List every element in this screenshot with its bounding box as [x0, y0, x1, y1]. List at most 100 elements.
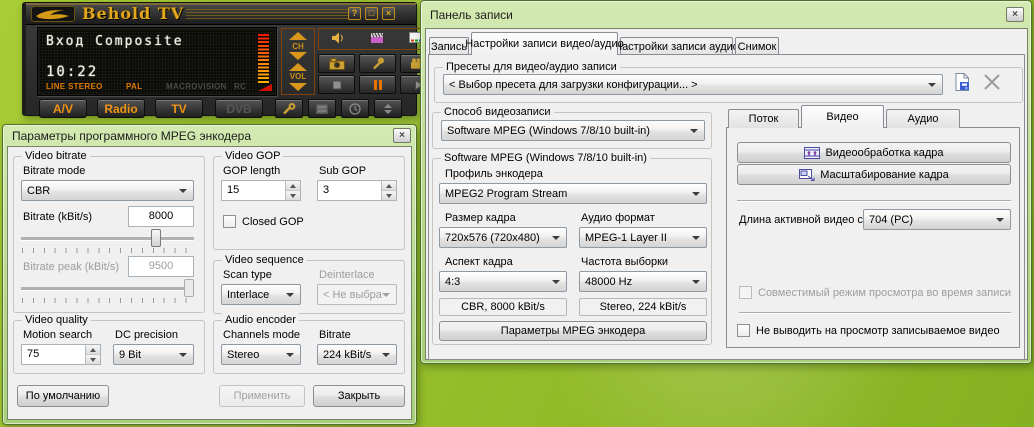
microphone-icon: [371, 57, 385, 70]
close-dialog-button[interactable]: Закрыть: [313, 385, 405, 407]
no-preview-checkbox[interactable]: Не выводить на просмотр записываемое вид…: [737, 324, 1000, 337]
chevron-down-icon: [286, 353, 294, 357]
video-processing-icon: [804, 147, 820, 159]
volume-down-button[interactable]: [289, 83, 307, 91]
subtab-stream[interactable]: Поток: [728, 109, 799, 128]
delete-preset-icon: [983, 73, 1001, 94]
video-processing-button[interactable]: Видеообработка кадра: [737, 142, 1011, 163]
apply-button: Применить: [219, 385, 305, 407]
stop-button[interactable]: [318, 75, 355, 94]
active-line-combo[interactable]: 704 (PC): [863, 209, 1011, 230]
tab-video-audio-settings[interactable]: Настройки записи видео/аудио: [471, 32, 618, 55]
video-gop-group-label: Video GOP: [222, 149, 283, 163]
spin-up-icon[interactable]: [286, 181, 300, 191]
filmstrip-icon: [315, 103, 329, 115]
spin-down-icon[interactable]: [86, 355, 100, 365]
tab-audio-settings[interactable]: Настройки записи аудио: [620, 37, 733, 55]
bitrate-value[interactable]: 8000: [128, 206, 194, 227]
audio-encoder-group-label: Audio encoder: [222, 313, 299, 327]
vol-label: VOL: [290, 73, 306, 80]
snapshot-button[interactable]: [318, 54, 355, 73]
audio-record-button[interactable]: [359, 54, 396, 73]
settings-button[interactable]: [275, 99, 303, 118]
dc-precision-label: DC precision: [115, 329, 178, 341]
clapperboard-icon[interactable]: [370, 32, 384, 47]
preset-combo[interactable]: < Выбор пресета для загрузки конфигураци…: [443, 74, 943, 95]
recorder-panel-button[interactable]: [308, 99, 336, 118]
sample-rate-combo[interactable]: 48000 Hz: [579, 271, 707, 292]
defaults-button[interactable]: По умолчанию: [17, 385, 109, 407]
spin-down-icon[interactable]: [286, 191, 300, 201]
help-button[interactable]: ?: [348, 7, 361, 20]
tab-record[interactable]: Запись: [429, 37, 469, 55]
channels-mode-combo[interactable]: Stereo: [221, 344, 301, 365]
spin-up-icon[interactable]: [382, 181, 396, 191]
bitrate-slider[interactable]: [21, 237, 194, 240]
mpeg-params-button[interactable]: Параметры MPEG энкодера: [439, 321, 707, 341]
checkbox-box[interactable]: [737, 324, 750, 337]
channel-down-button[interactable]: [289, 52, 307, 60]
spin-down-icon[interactable]: [382, 191, 396, 201]
mode-dvb-button[interactable]: DVB: [215, 99, 263, 118]
record-method-group-label: Способ видеозаписи: [441, 105, 554, 119]
sub-gop-spinner[interactable]: 3: [317, 180, 397, 201]
close-button[interactable]: ×: [382, 7, 395, 20]
encoder-profile-combo[interactable]: MPEG2 Program Stream: [439, 183, 707, 204]
bitrate-mode-combo[interactable]: CBR: [21, 180, 194, 201]
record-method-combo[interactable]: Software MPEG (Windows 7/8/10 built-in): [441, 120, 705, 141]
record-panel-close-button[interactable]: ×: [1006, 7, 1024, 22]
up-down-arrows-icon: [383, 103, 393, 115]
software-mpeg-group-label: Software MPEG (Windows 7/8/10 built-in): [441, 151, 650, 165]
subtab-audio[interactable]: Аудио: [886, 109, 960, 128]
dc-precision-combo[interactable]: 9 Bit: [113, 344, 194, 365]
chevron-down-icon: [552, 236, 560, 240]
mode-tv-button[interactable]: TV: [155, 99, 203, 118]
chevron-down-icon: [552, 280, 560, 284]
record-panel-title: Панель записи: [430, 8, 513, 22]
encoder-close-button[interactable]: ×: [393, 128, 411, 143]
pause-button[interactable]: [359, 75, 396, 94]
channels-mode-label: Channels mode: [223, 329, 300, 341]
spin-up-icon[interactable]: [86, 345, 100, 355]
compat-mode-checkbox: Совместимый режим просмотра во время зап…: [739, 286, 1011, 299]
scheduler-button[interactable]: [341, 99, 369, 118]
closed-gop-checkbox[interactable]: Closed GOP: [223, 215, 304, 228]
mode-av-button[interactable]: A/V: [39, 99, 87, 118]
scan-type-combo[interactable]: Interlace: [221, 284, 301, 305]
tab-snapshot[interactable]: Снимок: [735, 37, 779, 55]
mute-speaker-icon[interactable]: [331, 32, 345, 47]
status-rc: RC: [234, 82, 246, 91]
deinterlace-label: Deinterlace: [319, 269, 375, 281]
frame-size-combo[interactable]: 720x576 (720x480): [439, 227, 567, 248]
bitrate-slider-thumb[interactable]: [151, 229, 161, 247]
motion-search-spinner[interactable]: 75: [21, 344, 101, 365]
channel-up-button[interactable]: [289, 32, 307, 40]
minimize-button[interactable]: □: [365, 7, 378, 20]
video-bitrate-group-label: Video bitrate: [22, 149, 90, 163]
gop-length-spinner[interactable]: 15: [221, 180, 301, 201]
mode-radio-button[interactable]: Radio: [97, 99, 145, 118]
pause-icon: [373, 80, 383, 90]
aspect-combo[interactable]: 4:3: [439, 271, 567, 292]
audio-bitrate-label: Bitrate: [319, 329, 351, 341]
frame-scaling-button[interactable]: Масштабирование кадра: [737, 164, 1011, 185]
chevron-down-icon: [382, 293, 390, 297]
checkbox-box[interactable]: [223, 215, 236, 228]
checkbox-box: [739, 286, 752, 299]
subtab-video[interactable]: Видео: [801, 105, 884, 128]
sub-gop-label: Sub GOP: [319, 165, 366, 177]
audio-bitrate-combo[interactable]: 224 kBit/s: [317, 344, 397, 365]
minimode-button[interactable]: [374, 99, 402, 118]
audio-format-label: Аудио формат: [581, 212, 655, 224]
lcd-display: Вход Composite 10:22 LINE STEREO PAL MAC…: [37, 27, 277, 96]
chevron-down-icon: [692, 236, 700, 240]
sample-rate-label: Частота выборки: [581, 256, 668, 268]
record-panel-window: Панель записи × Запись Настройки записи …: [420, 0, 1032, 364]
bitrate-peak-slider-ticks: [22, 298, 194, 303]
behold-titlebar[interactable]: Behold TV ? □ ×: [26, 3, 416, 25]
ch-label: CH: [292, 43, 304, 50]
audio-format-combo[interactable]: MPEG-1 Layer II: [579, 227, 707, 248]
chevron-down-icon: [179, 189, 187, 193]
save-preset-icon[interactable]: [953, 72, 972, 95]
volume-up-button[interactable]: [289, 63, 307, 71]
